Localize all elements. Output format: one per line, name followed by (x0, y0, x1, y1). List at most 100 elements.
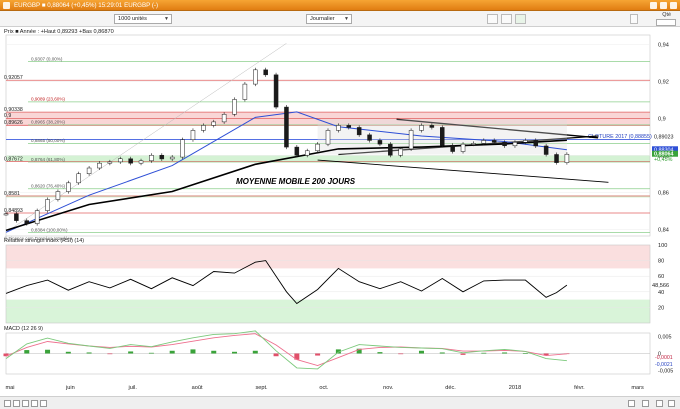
zoom-in-icon[interactable] (4, 400, 11, 407)
change-percent-label: +0,45% (654, 157, 673, 163)
macd-histogram-bar (398, 353, 404, 355)
ma200-annotation: MOYENNE MOBILE 200 JOURS (236, 177, 356, 186)
right-value-label: 0,89023 (654, 134, 674, 140)
macd-line (5, 330, 567, 370)
candle-body (440, 127, 445, 146)
fib-level-label: 0,8764 (61,80%) (31, 157, 65, 162)
macd-histogram-bar (86, 352, 92, 354)
date-tick-label: févr. (574, 385, 585, 391)
fib-level-label: 0,8384 (100,00%) (31, 227, 68, 232)
candle-body (128, 158, 133, 164)
fib-level-label: 0,8865 (50,00%) (31, 138, 65, 143)
macd-histogram-bar (418, 350, 424, 354)
date-tick-label: déc. (445, 385, 456, 391)
candle-body (118, 158, 123, 163)
crosshair-icon[interactable] (628, 400, 635, 407)
price-tick-label: 0,86 (658, 190, 669, 196)
candle-body (169, 156, 175, 160)
pivot-level-label: 0,84893 (4, 208, 23, 214)
rsi-tick-label: 100 (658, 243, 667, 249)
app-icon (3, 2, 10, 9)
candle-body (221, 114, 227, 123)
trade-icon[interactable] (515, 14, 526, 24)
date-tick-label: août (192, 385, 203, 391)
fib-level-label: 0,8620 (76,40%) (31, 184, 65, 189)
chevron-down-icon: ▼ (344, 16, 349, 22)
macd-value-label: -0,0021 (655, 362, 673, 368)
axes: 0,940,920,90,880,860,841008060402048,566… (5, 42, 673, 391)
rsi-oversold-zone (6, 299, 650, 323)
reset-icon[interactable] (40, 400, 47, 407)
candle-body (273, 74, 279, 108)
pivot-level-label: 0,89626 (4, 120, 23, 126)
candle-body (336, 125, 341, 131)
close-2017-label: CLOTURE 2017 (0,88855) (588, 134, 652, 140)
candle-body (554, 154, 559, 163)
chevron-down-icon: ▼ (164, 16, 169, 22)
macd-histogram-bar (460, 353, 466, 355)
units-select[interactable]: 1000 unités ▼ (114, 14, 172, 24)
price-tick-label: 0,9 (658, 116, 666, 122)
candle-body (512, 142, 518, 147)
settings-icon[interactable] (630, 14, 638, 24)
macd-histogram-bar (232, 351, 238, 354)
candle-body (97, 162, 102, 169)
macd-histogram-bar (273, 353, 279, 357)
macd-histogram-bar (252, 350, 258, 354)
macd-histogram-bar (148, 352, 154, 354)
grid (5, 34, 651, 375)
pivot-level-label: 0,92057 (4, 75, 23, 81)
draw-icon[interactable] (642, 400, 649, 407)
export-icon[interactable] (668, 400, 675, 407)
candle-body (543, 145, 549, 155)
candle-body (450, 144, 455, 152)
macd-histogram-bar (439, 352, 445, 354)
macd-title: MACD (12 26 9) (4, 326, 43, 332)
candle-body (66, 182, 71, 192)
trend-line (317, 159, 609, 183)
macd-panel: MACD (12 26 9) (3, 326, 650, 370)
minimize-icon[interactable] (650, 2, 657, 9)
candle-body (398, 148, 403, 156)
quantity-label: Qté (662, 12, 671, 18)
macd-histogram-bar (45, 349, 51, 354)
candle-body (294, 146, 300, 156)
date-tick-label: juil. (128, 385, 138, 391)
candle-body (24, 220, 30, 224)
candle-body (346, 125, 352, 128)
rsi-tick-label: 40 (658, 290, 664, 296)
candle-body (149, 154, 154, 162)
candle-body (284, 106, 289, 148)
maximize-icon[interactable] (660, 2, 667, 9)
candle-body (159, 154, 165, 160)
window-titlebar: EURGBP ■ 0,88064 (+0,45%) 15:29:01 EURGB… (0, 0, 680, 11)
candle-body (533, 140, 538, 147)
fib-level-label: 0,9307 (0,00%) (31, 56, 63, 61)
candle-body (481, 140, 487, 144)
macd-histogram-bar (24, 350, 30, 354)
macd-histogram-bar (502, 352, 508, 354)
price-panel-title: Prix ■ Année : +Haut 0,89293 +Bas 0,8687… (4, 29, 114, 35)
date-tick-label: nov. (383, 385, 394, 391)
scroll-right-icon[interactable] (31, 400, 38, 407)
candle-body (460, 143, 466, 152)
quantity-input[interactable] (656, 19, 676, 26)
macd-histogram-bar (107, 353, 113, 355)
candle-body (180, 139, 185, 158)
macd-histogram-bar (481, 352, 487, 354)
price-tick-label: 0,94 (658, 42, 669, 48)
scroll-left-icon[interactable] (22, 400, 29, 407)
indicators-icon[interactable] (501, 14, 512, 24)
macd-histogram-bar (169, 350, 175, 354)
close-icon[interactable] (670, 2, 677, 9)
period-select[interactable]: Journalier ▼ (306, 14, 352, 24)
print-icon[interactable] (656, 400, 663, 407)
chart-type-icon[interactable] (487, 14, 498, 24)
candle-body (55, 191, 61, 200)
zoom-out-icon[interactable] (13, 400, 20, 407)
date-tick-label: mars (631, 385, 644, 391)
pivot-level-label: 0,8581 (4, 191, 20, 197)
candle-body (263, 69, 268, 76)
chart-area[interactable]: 0,920570,903380,90,896260,876720,85810,8… (0, 27, 680, 396)
period-select-value: Journalier (310, 16, 335, 22)
